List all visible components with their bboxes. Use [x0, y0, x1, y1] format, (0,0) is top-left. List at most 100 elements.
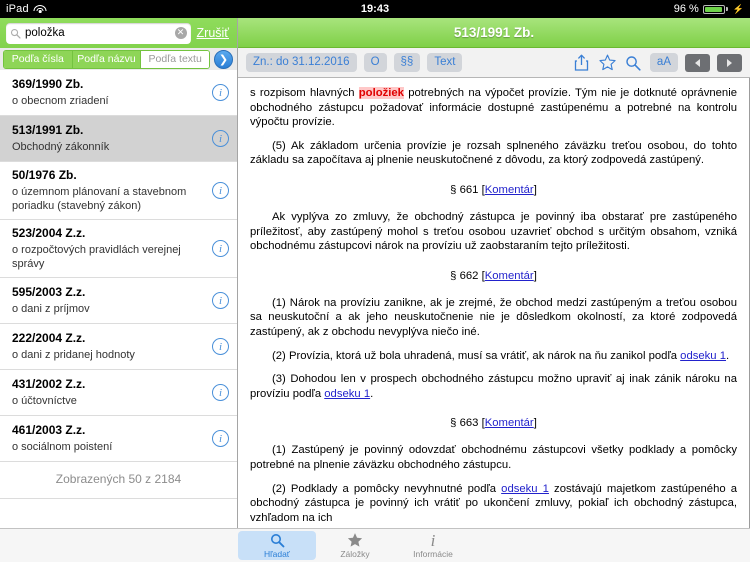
charging-icon: ⚡ [732, 3, 744, 14]
battery-percent-label: 96 % [673, 3, 699, 15]
share-icon[interactable] [572, 53, 591, 72]
info-icon[interactable]: i [212, 338, 229, 355]
paragraph: (2) Provízia, ktorá už bola uhradená, mu… [250, 349, 737, 364]
list-item-subtitle: o rozpočtových pravidlách verejnej správ… [12, 244, 181, 270]
paragraphs-button[interactable]: §§ [393, 53, 421, 72]
search-bar: položka ✕ Zrušiť [0, 18, 237, 48]
list-item-title: 222/2004 Z.z. [12, 331, 86, 345]
segment-row: Podľa čísla Podľa názvu Podľa textu ❯ [0, 48, 237, 70]
sidebar: položka ✕ Zrušiť Podľa čísla Podľa názvu… [0, 18, 238, 528]
cancel-button[interactable]: Zrušiť [197, 26, 231, 40]
list-item-text: 523/2004 Z.z. o rozpočtových pravidlách … [12, 226, 206, 271]
info-icon[interactable]: i [212, 240, 229, 257]
paragraph: (1) Zastúpený je povinný odovzdať obchod… [250, 444, 737, 471]
list-item-title: 461/2003 Z.z. [12, 423, 86, 437]
odsek-link[interactable]: odseku 1 [501, 483, 549, 495]
tab-info-label: Informácie [413, 548, 453, 559]
search-icon [270, 532, 285, 549]
list-item[interactable]: 513/1991 Zb. Obchodný zákonník i [0, 116, 237, 162]
commentary-link[interactable]: Komentár [485, 270, 534, 282]
search-input-value: položka [25, 27, 65, 39]
document-body[interactable]: s rozpisom hlavných položiek potrebných … [238, 78, 750, 528]
list-item[interactable]: 595/2003 Z.z. o dani z príjmov i [0, 278, 237, 324]
list-item-subtitle: o dani z príjmov [12, 303, 90, 315]
info-icon[interactable]: i [212, 384, 229, 401]
tab-search-label: Hľadať [264, 548, 290, 559]
results-list[interactable]: 369/1990 Zb. o obecnom zriadení i 513/19… [0, 70, 237, 528]
paragraph: (3) Dohodou len v prospech obchodného zá… [250, 372, 737, 401]
odsek-link[interactable]: odseku 1 [324, 388, 370, 400]
section-heading: § 662 [Komentár] [450, 269, 537, 282]
segment-by-name[interactable]: Podľa názvu [72, 50, 142, 68]
list-item-title: 50/1976 Zb. [12, 168, 77, 182]
tab-info[interactable]: i Informácie [394, 529, 472, 562]
page-title: 513/1991 Zb. [453, 25, 535, 40]
tab-bookmarks-label: Záložky [340, 548, 370, 559]
list-item[interactable]: 50/1976 Zb. o územnom plánovaní a staveb… [0, 162, 237, 220]
device-label: iPad [6, 3, 29, 15]
list-item-subtitle: o sociálnom poistení [12, 441, 113, 453]
section-number: § 663 [450, 417, 479, 430]
commentary-link[interactable]: Komentár [485, 417, 534, 429]
search-highlight: položiek [358, 87, 404, 99]
info-icon[interactable]: i [212, 430, 229, 447]
search-mode-segmented-control[interactable]: Podľa čísla Podľa názvu Podľa textu [3, 49, 210, 69]
paragraph-text: . [726, 349, 730, 362]
list-item-title: 513/1991 Zb. [12, 123, 84, 137]
list-item-subtitle: o obecnom zriadení [12, 95, 109, 107]
star-icon [347, 532, 363, 549]
list-item-subtitle: o územnom plánovaní a stavebnom poriadku… [12, 186, 187, 212]
status-bar: iPad 19:43 96 % ⚡ [0, 0, 750, 18]
prev-match-button[interactable] [685, 53, 710, 72]
section-heading: § 663 [Komentár] [450, 417, 537, 430]
segment-by-number[interactable]: Podľa čísla [4, 50, 73, 68]
info-icon[interactable]: i [212, 84, 229, 101]
segment-by-text[interactable]: Podľa textu [141, 50, 209, 68]
tab-bookmarks[interactable]: Záložky [316, 529, 394, 562]
info-icon[interactable]: i [212, 292, 229, 309]
paragraph-text: . [370, 387, 374, 400]
list-item[interactable]: 523/2004 Z.z. o rozpočtových pravidlách … [0, 220, 237, 278]
body-split: položka ✕ Zrušiť Podľa čísla Podľa názvu… [0, 18, 750, 528]
list-item-text: 369/1990 Zb. o obecnom zriadení [12, 77, 206, 108]
document-toolbar: Zn.: do 31.12.2016 O §§ Text aA [238, 48, 750, 78]
search-icon[interactable] [624, 53, 643, 72]
paragraph: (2) Podklady a pomôcky nevyhnutné podľa … [250, 482, 737, 526]
list-item[interactable]: 431/2002 Z.z. o účtovníctve i [0, 370, 237, 416]
go-button[interactable]: ❯ [214, 49, 233, 69]
validity-date-button[interactable]: Zn.: do 31.12.2016 [246, 53, 357, 72]
app-root: iPad 19:43 96 % ⚡ položka ✕ Zrušiť Podľa… [0, 0, 750, 562]
list-item-text: 461/2003 Z.z. o sociálnom poistení [12, 423, 206, 454]
search-input[interactable]: položka ✕ [6, 22, 191, 44]
search-icon [10, 28, 21, 39]
list-item-text: 431/2002 Z.z. o účtovníctve [12, 377, 206, 408]
status-bar-right: 96 % ⚡ [674, 3, 744, 15]
list-item[interactable]: 369/1990 Zb. o obecnom zriadení i [0, 70, 237, 116]
section-number: § 661 [450, 183, 479, 196]
clear-icon[interactable]: ✕ [174, 27, 187, 39]
results-count-label: Zobrazených 50 z 2184 [0, 462, 237, 499]
section-number: § 662 [450, 269, 479, 282]
paragraph-text: (2) Provízia, ktorá už bola uhradená, mu… [272, 349, 681, 362]
list-item-subtitle: Obchodný zákonník [12, 141, 110, 153]
next-match-button[interactable] [717, 53, 742, 72]
overview-button[interactable]: O [363, 53, 387, 72]
paragraph-text: s rozpisom hlavných [250, 87, 359, 99]
info-icon[interactable]: i [212, 130, 229, 147]
text-button[interactable]: Text [427, 53, 463, 72]
commentary-link[interactable]: Komentár [485, 184, 534, 196]
font-size-button[interactable]: aA [649, 53, 678, 72]
paragraph: (5) Ak základom určenia provízie je rozs… [250, 139, 737, 167]
tab-bar: Hľadať Záložky i Informácie [0, 528, 750, 562]
odsek-link[interactable]: odseku 1 [680, 350, 726, 362]
star-icon[interactable] [598, 53, 617, 72]
list-item-text: 222/2004 Z.z. o dani z pridanej hodnoty [12, 331, 206, 362]
list-item[interactable]: 222/2004 Z.z. o dani z pridanej hodnoty … [0, 324, 237, 370]
info-icon[interactable]: i [212, 182, 229, 199]
paragraph: Ak vyplýva zo zmluvy, že obchodný zástup… [250, 210, 737, 253]
list-item[interactable]: 461/2003 Z.z. o sociálnom poistení i [0, 416, 237, 462]
tab-list: Hľadať Záložky i Informácie [238, 529, 472, 562]
tab-search[interactable]: Hľadať [238, 531, 316, 560]
list-item-text: 50/1976 Zb. o územnom plánovaní a staveb… [12, 168, 206, 213]
list-item-title: 369/1990 Zb. [12, 77, 84, 91]
